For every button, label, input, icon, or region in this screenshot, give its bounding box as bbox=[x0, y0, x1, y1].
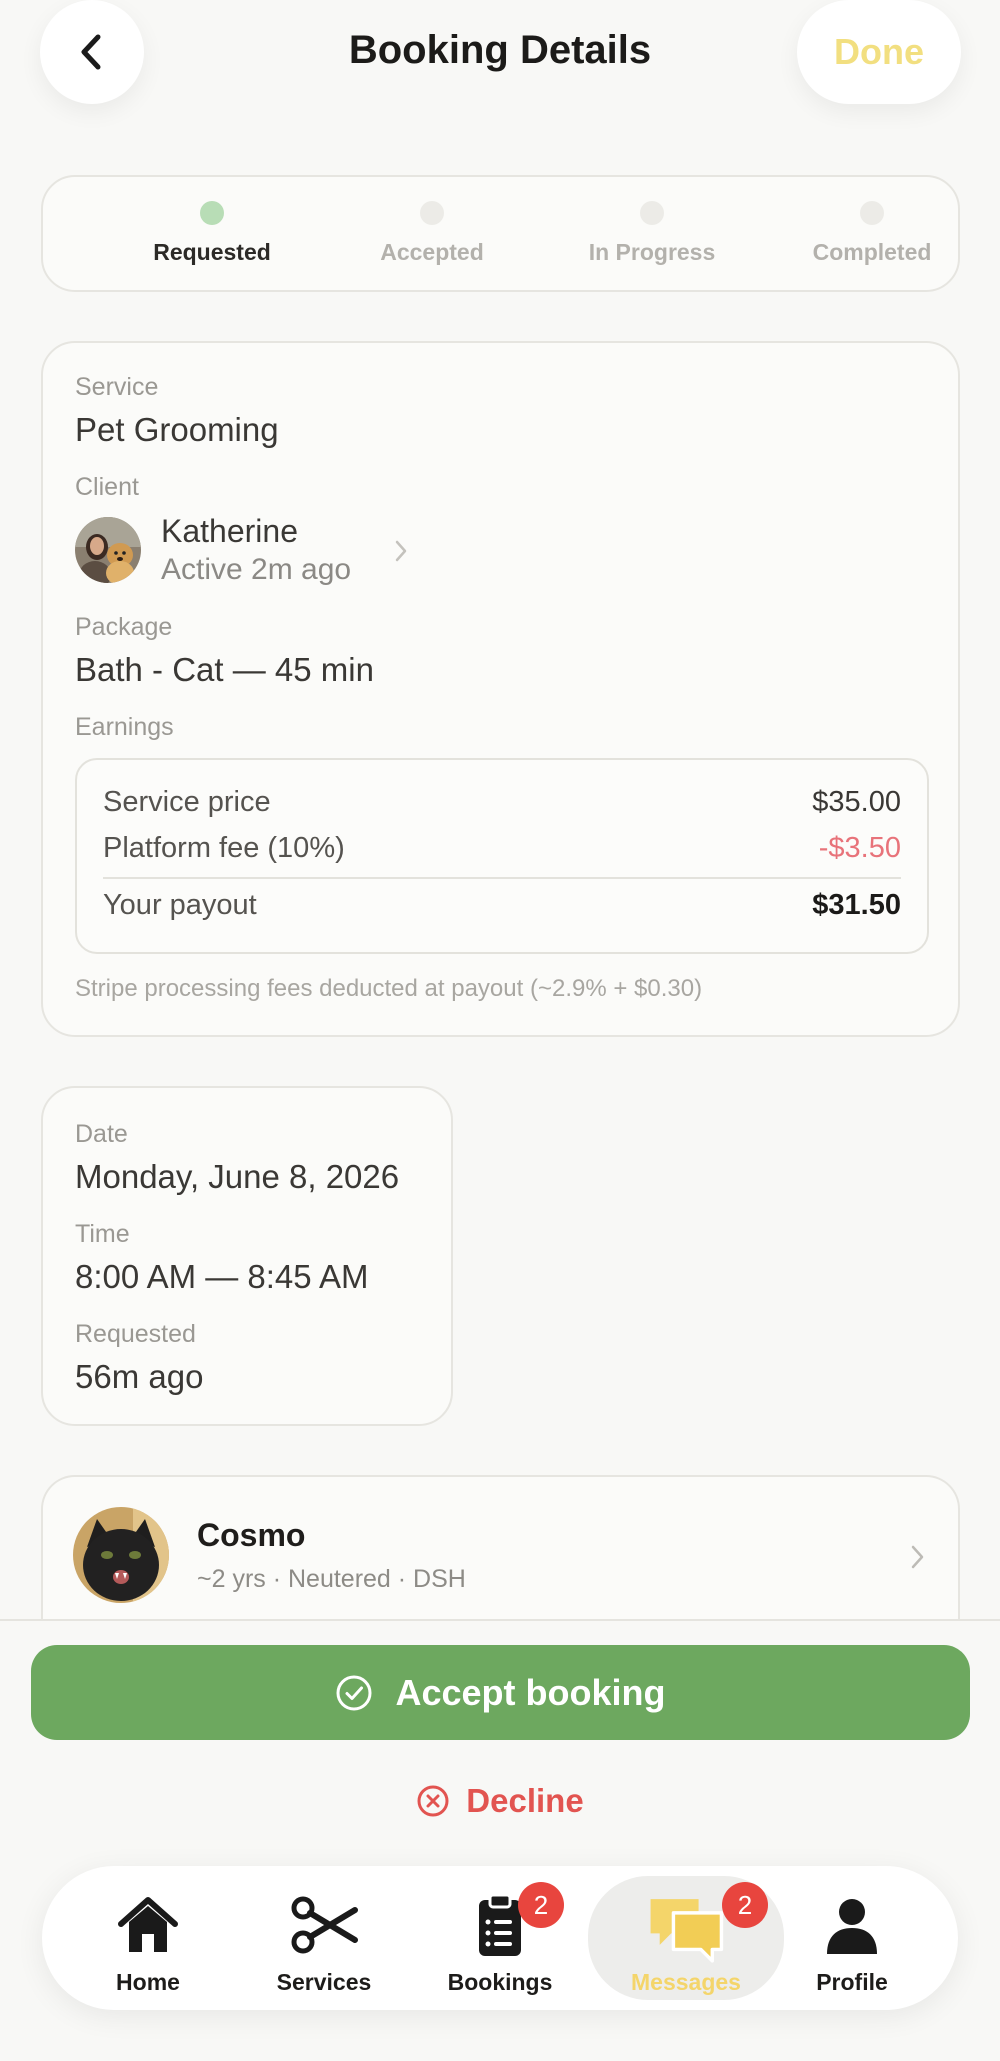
platform-fee-row: Platform fee (10%) -$3.50 bbox=[103, 832, 901, 865]
time-label: Time bbox=[75, 1220, 130, 1248]
platform-fee-amount: -$3.50 bbox=[818, 832, 901, 864]
done-button[interactable]: Done bbox=[797, 0, 961, 104]
chat-bubbles-icon bbox=[650, 1899, 724, 1963]
bottom-tab-bar: Home Services Bookings 2 Messages 2 Prof… bbox=[42, 1866, 958, 2010]
step-dot bbox=[640, 201, 664, 225]
step-label: In Progress bbox=[588, 239, 716, 265]
payout-amount: $31.50 bbox=[812, 889, 901, 921]
tab-bookings[interactable]: Bookings 2 bbox=[412, 1866, 588, 2010]
step-label: Completed bbox=[812, 239, 932, 265]
schedule-card: Date Monday, June 8, 2026 Time 8:00 AM —… bbox=[41, 1086, 453, 1426]
chevron-right-icon bbox=[911, 1545, 924, 1569]
step-completed: Completed bbox=[762, 177, 982, 266]
step-label: Accepted bbox=[380, 239, 484, 265]
status-stepper: Requested Accepted In Progress Completed bbox=[41, 175, 960, 292]
chevron-right-icon bbox=[395, 540, 407, 562]
step-label: Requested bbox=[153, 239, 271, 265]
tab-messages[interactable]: Messages 2 bbox=[588, 1876, 784, 2000]
requested-value: 56m ago bbox=[75, 1358, 204, 1395]
step-dot bbox=[200, 201, 224, 225]
person-icon bbox=[827, 1899, 877, 1954]
platform-fee-label: Platform fee (10%) bbox=[103, 832, 345, 864]
service-value: Pet Grooming bbox=[75, 411, 279, 448]
decline-label: Decline bbox=[466, 1782, 584, 1819]
date-value: Monday, June 8, 2026 bbox=[75, 1158, 400, 1195]
tab-services[interactable]: Services bbox=[236, 1866, 412, 2010]
requested-label: Requested bbox=[75, 1320, 196, 1348]
package-value: Bath - Cat — 45 min bbox=[75, 651, 374, 688]
date-label: Date bbox=[75, 1120, 128, 1148]
accept-booking-button[interactable]: Accept booking bbox=[31, 1645, 970, 1740]
package-label: Package bbox=[75, 613, 173, 641]
service-price-amount: $35.00 bbox=[812, 786, 901, 818]
tab-home[interactable]: Home bbox=[60, 1866, 236, 2010]
divider bbox=[103, 877, 901, 879]
payout-row: Your payout $31.50 bbox=[103, 889, 901, 922]
tab-messages-label: Messages bbox=[631, 1969, 741, 1995]
tab-profile-label: Profile bbox=[816, 1969, 888, 1995]
client-avatar bbox=[75, 517, 141, 583]
step-dot bbox=[860, 201, 884, 225]
tab-services-label: Services bbox=[276, 1969, 372, 1995]
payout-label: Your payout bbox=[103, 889, 257, 921]
pet-avatar bbox=[73, 1507, 169, 1603]
check-circle-icon bbox=[336, 1675, 372, 1710]
tab-home-label: Home bbox=[116, 1969, 180, 1995]
bookings-badge: 2 bbox=[518, 1882, 564, 1928]
client-row[interactable]: Katherine Active 2m ago bbox=[75, 513, 415, 587]
service-label: Service bbox=[75, 373, 159, 401]
step-accepted: Accepted bbox=[322, 177, 542, 266]
time-value: 8:00 AM — 8:45 AM bbox=[75, 1258, 369, 1295]
pet-card[interactable]: Cosmo ~2 yrs · Neutered · DSH bbox=[41, 1475, 960, 1635]
service-price-label: Service price bbox=[103, 786, 271, 818]
messages-badge: 2 bbox=[722, 1882, 768, 1928]
booking-details-card: Service Pet Grooming Client Katherine Ac… bbox=[41, 341, 960, 1037]
house-icon bbox=[118, 1897, 178, 1952]
client-name: Katherine bbox=[161, 513, 298, 549]
service-price-row: Service price $35.00 bbox=[103, 786, 901, 819]
step-requested: Requested bbox=[102, 177, 322, 266]
scissors-icon bbox=[291, 1896, 358, 1954]
x-circle-icon bbox=[417, 1785, 449, 1817]
pet-meta: ~2 yrs · Neutered · DSH bbox=[197, 1565, 466, 1593]
earnings-label: Earnings bbox=[75, 713, 174, 741]
decline-button[interactable]: Decline bbox=[0, 1782, 1000, 1820]
client-status: Active 2m ago bbox=[161, 553, 352, 586]
earnings-breakdown: Service price $35.00 Platform fee (10%) … bbox=[75, 758, 929, 954]
accept-booking-label: Accept booking bbox=[395, 1671, 666, 1713]
tab-profile[interactable]: Profile bbox=[764, 1866, 940, 2010]
tab-bookings-label: Bookings bbox=[447, 1969, 553, 1995]
client-label: Client bbox=[75, 473, 139, 501]
pet-name: Cosmo bbox=[197, 1517, 306, 1553]
step-in-progress: In Progress bbox=[542, 177, 762, 266]
stripe-note: Stripe processing fees deducted at payou… bbox=[75, 975, 703, 1002]
step-dot bbox=[420, 201, 444, 225]
